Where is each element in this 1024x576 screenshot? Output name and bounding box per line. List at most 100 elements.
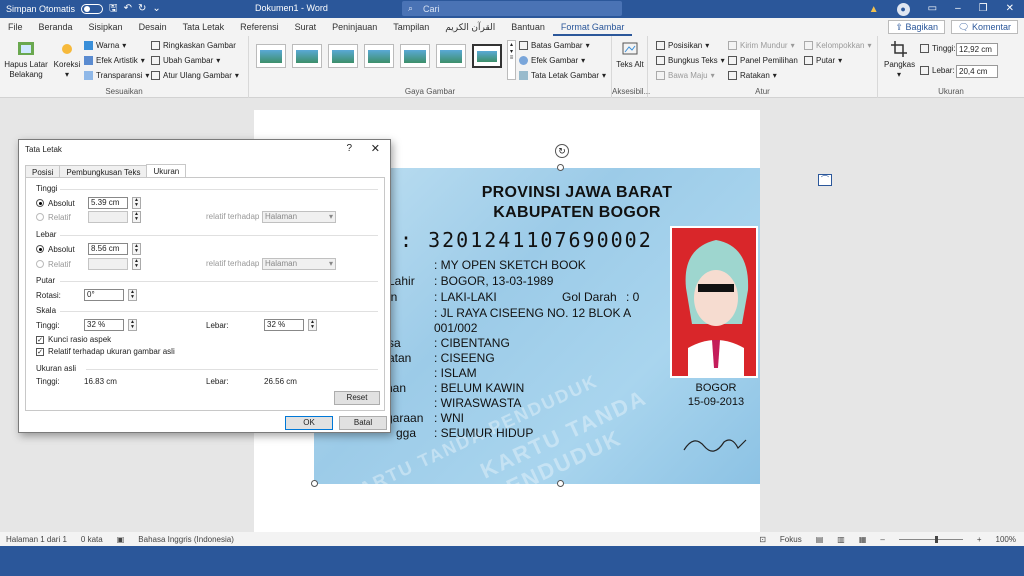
tab-layout[interactable]: Tata Letak <box>175 18 233 36</box>
redo-icon[interactable]: ↻ <box>138 4 146 14</box>
scale-height-input[interactable]: 32 % <box>84 319 124 331</box>
tab-design[interactable]: Desain <box>131 18 175 36</box>
wrap-text-button[interactable]: Bungkus Teks ▾ <box>656 56 725 65</box>
search-box[interactable]: ⌕ Cari <box>402 1 622 16</box>
undo-icon[interactable]: ↶ <box>124 4 132 14</box>
tab-picture-format[interactable]: Format Gambar <box>552 18 633 36</box>
style-thumb[interactable] <box>364 44 394 68</box>
dialog-close-icon[interactable]: ✕ <box>371 142 380 155</box>
resize-handle[interactable] <box>557 480 564 487</box>
style-thumb[interactable] <box>292 44 322 68</box>
rotate-button[interactable]: Putar ▾ <box>804 56 842 65</box>
comments-button[interactable]: 🗨 Komentar <box>951 20 1018 34</box>
rotation-input[interactable]: 0° <box>84 289 124 301</box>
height-spinner[interactable]: ▲ ▼ <box>132 197 141 209</box>
style-thumb[interactable] <box>256 44 286 68</box>
language[interactable]: Bahasa Inggris (Indonesia) <box>138 535 234 544</box>
crop-button[interactable]: Pangkas ▾ <box>884 40 915 80</box>
focus-label[interactable]: Fokus <box>780 535 802 544</box>
send-backward-button[interactable]: Kirim Mundur ▾ <box>728 41 795 50</box>
group-button[interactable]: Kelompokkan ▾ <box>804 41 872 50</box>
height-absolute-radio[interactable] <box>36 199 44 207</box>
ribbon-display-icon[interactable]: ▭ <box>928 4 937 14</box>
width-input[interactable]: 20,4 cm <box>956 65 998 78</box>
width-spinner[interactable]: ▲ ▼ <box>132 243 141 255</box>
transparency-button[interactable]: Transparansi ▾ <box>84 71 149 80</box>
picture-layout-button[interactable]: Tata Letak Gambar ▾ <box>519 71 606 80</box>
word-count[interactable]: 0 kata <box>81 535 103 544</box>
account-avatar[interactable]: ● <box>896 2 910 16</box>
zoom-in-icon[interactable]: + <box>977 535 982 544</box>
position-button[interactable]: Posisikan ▾ <box>656 41 709 50</box>
compress-pictures-button[interactable]: Ringkaskan Gambar <box>151 41 236 50</box>
height-relative-radio[interactable] <box>36 213 44 221</box>
layout-options-icon[interactable]: ⌒ <box>818 174 832 186</box>
change-picture-button[interactable]: Ubah Gambar ▾ <box>151 56 220 65</box>
height-relative-input[interactable] <box>88 211 128 223</box>
tab-review[interactable]: Peninjauan <box>324 18 385 36</box>
height-input[interactable]: 12,92 cm <box>956 43 998 56</box>
share-button[interactable]: ⇪ Bagikan <box>888 20 946 34</box>
bring-forward-button[interactable]: Bawa Maju ▾ <box>656 71 715 80</box>
corrections-button[interactable]: Koreksi ▾ <box>52 40 82 80</box>
minimize-icon[interactable]: – <box>955 4 961 14</box>
tab-home[interactable]: Beranda <box>31 18 81 36</box>
align-button[interactable]: Ratakan ▾ <box>728 71 777 80</box>
width-relative-radio[interactable] <box>36 260 44 268</box>
ok-button[interactable]: OK <box>285 416 333 430</box>
picture-border-button[interactable]: Batas Gambar ▾ <box>519 41 590 50</box>
cancel-button[interactable]: Batal <box>339 416 387 430</box>
remove-background-button[interactable]: Hapus Latar Belakang <box>2 40 50 80</box>
width-absolute-input[interactable]: 8.56 cm <box>88 243 128 255</box>
width-relative-spinner[interactable]: ▲ ▼ <box>132 258 141 270</box>
tab-insert[interactable]: Sisipkan <box>81 18 131 36</box>
close-icon[interactable]: ✕ <box>1006 4 1014 14</box>
width-absolute-radio[interactable] <box>36 245 44 253</box>
proofing-icon[interactable]: ▣ <box>117 535 125 544</box>
zoom-out-icon[interactable]: – <box>880 535 884 544</box>
customize-qat-icon[interactable]: ⌄ <box>152 4 160 14</box>
web-layout-icon[interactable]: ▦ <box>859 535 867 544</box>
scale-width-spinner[interactable]: ▲ ▼ <box>308 319 317 331</box>
read-mode-icon[interactable]: ▤ <box>816 535 824 544</box>
lock-aspect-checkbox[interactable]: ✓ <box>36 335 44 344</box>
resize-handle[interactable] <box>311 480 318 487</box>
reset-button[interactable]: Reset <box>334 391 380 405</box>
rotate-handle-icon[interactable]: ↻ <box>555 144 569 158</box>
color-button[interactable]: Warna ▾ <box>84 41 126 50</box>
width-relative-input[interactable] <box>88 258 128 270</box>
focus-icon[interactable]: ⊡ <box>759 535 766 544</box>
width-relative-to-select[interactable]: Halaman <box>262 258 336 270</box>
print-layout-icon[interactable]: ▥ <box>837 535 845 544</box>
zoom-slider[interactable] <box>898 535 963 543</box>
height-relative-spinner[interactable]: ▲ ▼ <box>132 211 141 223</box>
selection-pane-button[interactable]: Panel Pemilihan <box>728 56 798 65</box>
zoom-slider-thumb[interactable] <box>934 535 938 543</box>
reset-picture-button[interactable]: Atur Ulang Gambar ▾ <box>151 71 239 80</box>
scale-height-spinner[interactable]: ▲ ▼ <box>128 319 137 331</box>
style-thumb[interactable] <box>328 44 358 68</box>
tab-references[interactable]: Referensi <box>232 18 287 36</box>
tab-help[interactable]: Bantuan <box>503 18 553 36</box>
tab-quran[interactable]: القرآن الكريم <box>437 18 503 36</box>
tab-view[interactable]: Tampilan <box>385 18 437 36</box>
height-relative-to-select[interactable]: Halaman <box>262 211 336 223</box>
tab-file[interactable]: File <box>0 18 31 36</box>
save-icon[interactable]: 🖫 <box>109 4 118 14</box>
style-thumb-selected[interactable] <box>472 44 502 68</box>
page-count[interactable]: Halaman 1 dari 1 <box>6 535 67 544</box>
alt-text-button[interactable]: Teks Alt <box>615 40 645 70</box>
picture-effects-button[interactable]: Efek Gambar ▾ <box>519 56 585 65</box>
restore-icon[interactable]: ❐ <box>979 4 988 14</box>
warning-icon[interactable]: ▲ <box>869 4 879 15</box>
style-thumb[interactable] <box>436 44 466 68</box>
style-thumb[interactable] <box>400 44 430 68</box>
rotation-spinner[interactable]: ▲ ▼ <box>128 289 137 301</box>
help-icon[interactable]: ? <box>346 143 352 154</box>
height-absolute-input[interactable]: 5.39 cm <box>88 197 128 209</box>
zoom-level[interactable]: 100% <box>996 535 1016 544</box>
artistic-effects-button[interactable]: Efek Artistik ▾ <box>84 56 145 65</box>
scale-width-input[interactable]: 32 % <box>264 319 304 331</box>
autosave-toggle[interactable] <box>81 4 104 14</box>
tab-mailings[interactable]: Surat <box>287 18 325 36</box>
